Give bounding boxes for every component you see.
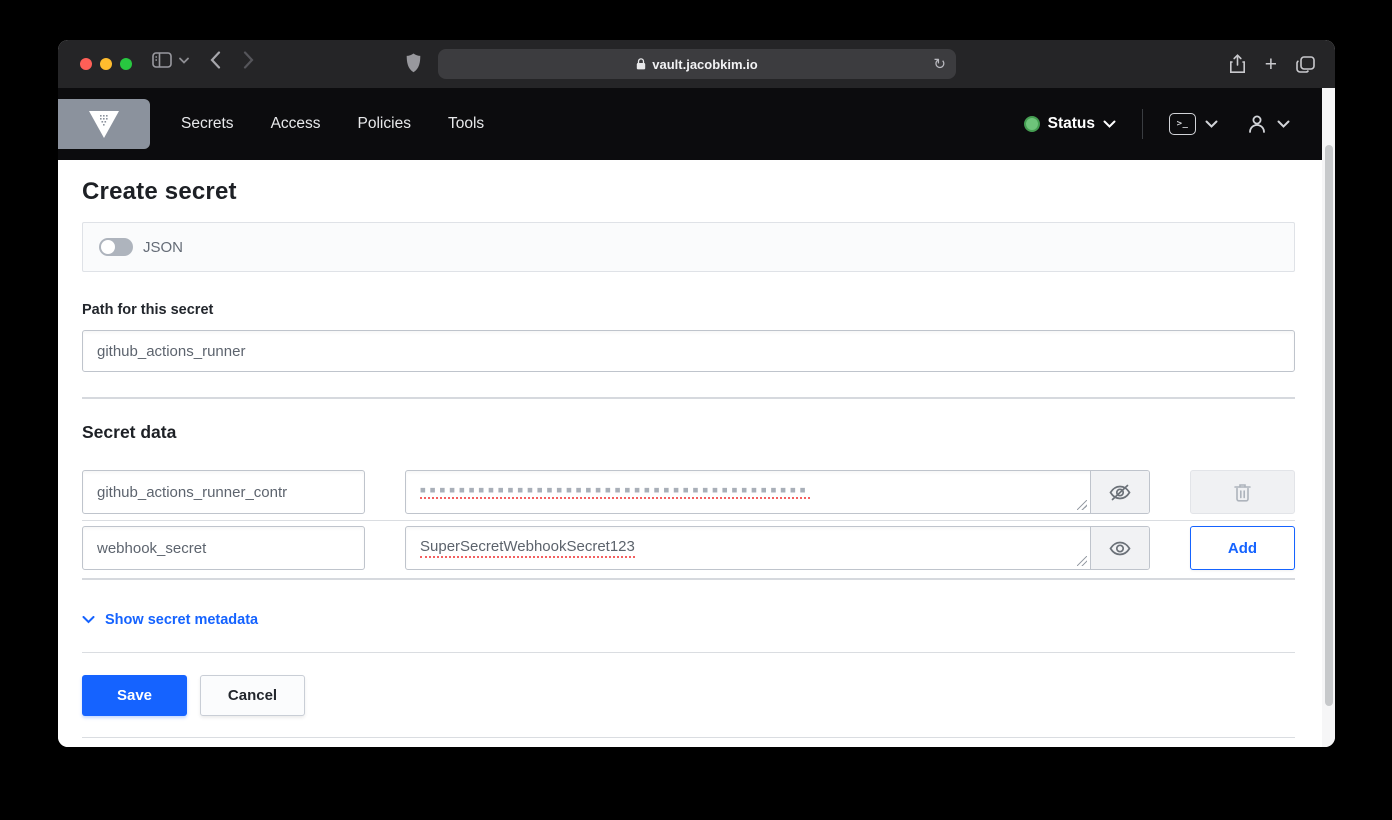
zoom-window-button[interactable]	[120, 58, 132, 70]
masked-value-text: ■■■■■■■■■■■■■■■■■■■■■■■■■■■■■■■■■■■■■■■■	[420, 485, 810, 499]
new-tab-icon[interactable]: +	[1265, 54, 1277, 75]
metadata-link-label: Show secret metadata	[105, 612, 258, 628]
textarea-resize-handle[interactable]	[1077, 500, 1087, 510]
secret-data-heading: Secret data	[82, 422, 176, 443]
minimize-window-button[interactable]	[100, 58, 112, 70]
json-toggle-row: JSON	[82, 222, 1295, 272]
show-secret-metadata-link[interactable]: Show secret metadata	[82, 612, 258, 628]
console-chevron-down-icon[interactable]	[1205, 120, 1218, 128]
textarea-resize-handle[interactable]	[1077, 556, 1087, 566]
scrollbar-thumb[interactable]	[1325, 145, 1333, 706]
key-input-value: webhook_secret	[97, 540, 206, 557]
vault-logo-icon	[89, 111, 119, 138]
close-window-button[interactable]	[80, 58, 92, 70]
divider	[82, 652, 1295, 653]
vault-logo[interactable]	[58, 99, 150, 149]
status-indicator-icon	[1024, 116, 1040, 132]
scrollbar-track[interactable]	[1322, 88, 1335, 747]
eye-icon	[1108, 539, 1132, 558]
status-menu[interactable]: Status	[1048, 115, 1095, 133]
cancel-button-label: Cancel	[228, 687, 277, 704]
add-button-label: Add	[1228, 540, 1257, 557]
value-textarea[interactable]: ■■■■■■■■■■■■■■■■■■■■■■■■■■■■■■■■■■■■■■■■	[406, 471, 1090, 513]
key-input[interactable]: github_actions_runner_contr	[82, 470, 365, 514]
eye-off-icon	[1108, 483, 1132, 502]
back-button-icon[interactable]	[210, 51, 221, 69]
path-input[interactable]: github_actions_runner	[82, 330, 1295, 372]
save-button[interactable]: Save	[82, 675, 187, 716]
bottom-divider	[82, 737, 1295, 738]
lock-icon	[636, 58, 646, 70]
show-value-button[interactable]	[1090, 527, 1149, 569]
navbar-divider	[1142, 109, 1143, 139]
browser-window: vault.jacobkim.io ↻ +	[58, 40, 1335, 747]
status-chevron-down-icon[interactable]	[1103, 120, 1116, 128]
sidebar-chevron-down-icon[interactable]	[179, 57, 189, 64]
path-field-label: Path for this secret	[82, 302, 213, 318]
secret-kv-row: webhook_secret SuperSecretWebhookSecret1…	[82, 526, 1295, 570]
user-icon[interactable]	[1246, 113, 1268, 135]
hide-value-button[interactable]	[1090, 471, 1149, 513]
tab-overview-icon[interactable]	[1296, 56, 1315, 73]
traffic-lights	[80, 58, 132, 70]
section-divider	[82, 397, 1295, 399]
create-secret-page: Create secret JSON Path for this secret …	[58, 160, 1322, 747]
cancel-button[interactable]: Cancel	[200, 675, 305, 716]
url-bar[interactable]: vault.jacobkim.io ↻	[438, 49, 956, 79]
user-chevron-down-icon[interactable]	[1277, 120, 1290, 128]
section-divider	[82, 578, 1295, 580]
nav-item-tools[interactable]: Tools	[448, 115, 484, 133]
nav-item-access[interactable]: Access	[271, 115, 321, 133]
sidebar-toggle-icon[interactable]	[152, 52, 172, 68]
path-input-value: github_actions_runner	[97, 343, 245, 360]
forward-button-icon[interactable]	[243, 51, 254, 69]
nav-item-policies[interactable]: Policies	[358, 115, 411, 133]
share-icon[interactable]	[1229, 54, 1246, 74]
reload-icon[interactable]: ↻	[933, 55, 946, 73]
nav-item-secrets[interactable]: Secrets	[181, 115, 234, 133]
json-toggle[interactable]	[99, 238, 133, 256]
chevron-down-icon	[82, 616, 95, 624]
trash-icon	[1234, 483, 1251, 502]
row-divider	[82, 520, 1295, 521]
value-input-group: ■■■■■■■■■■■■■■■■■■■■■■■■■■■■■■■■■■■■■■■■	[405, 470, 1150, 514]
url-text: vault.jacobkim.io	[652, 57, 757, 72]
value-textarea[interactable]: SuperSecretWebhookSecret123	[406, 527, 1090, 569]
value-input-group: SuperSecretWebhookSecret123	[405, 526, 1150, 570]
secret-kv-row: github_actions_runner_contr ■■■■■■■■■■■■…	[82, 470, 1295, 514]
add-row-button[interactable]: Add	[1190, 526, 1295, 570]
key-input-value: github_actions_runner_contr	[97, 484, 287, 501]
json-toggle-label: JSON	[143, 239, 183, 256]
save-button-label: Save	[117, 687, 152, 704]
vault-navbar: Secrets Access Policies Tools Status >_	[58, 88, 1335, 160]
page-title: Create secret	[82, 178, 237, 206]
browser-toolbar: vault.jacobkim.io ↻ +	[58, 40, 1335, 88]
key-input[interactable]: webhook_secret	[82, 526, 365, 570]
delete-row-button[interactable]	[1190, 470, 1295, 514]
value-text: SuperSecretWebhookSecret123	[420, 538, 635, 558]
console-icon[interactable]: >_	[1169, 113, 1196, 135]
privacy-shield-icon[interactable]	[406, 53, 421, 73]
